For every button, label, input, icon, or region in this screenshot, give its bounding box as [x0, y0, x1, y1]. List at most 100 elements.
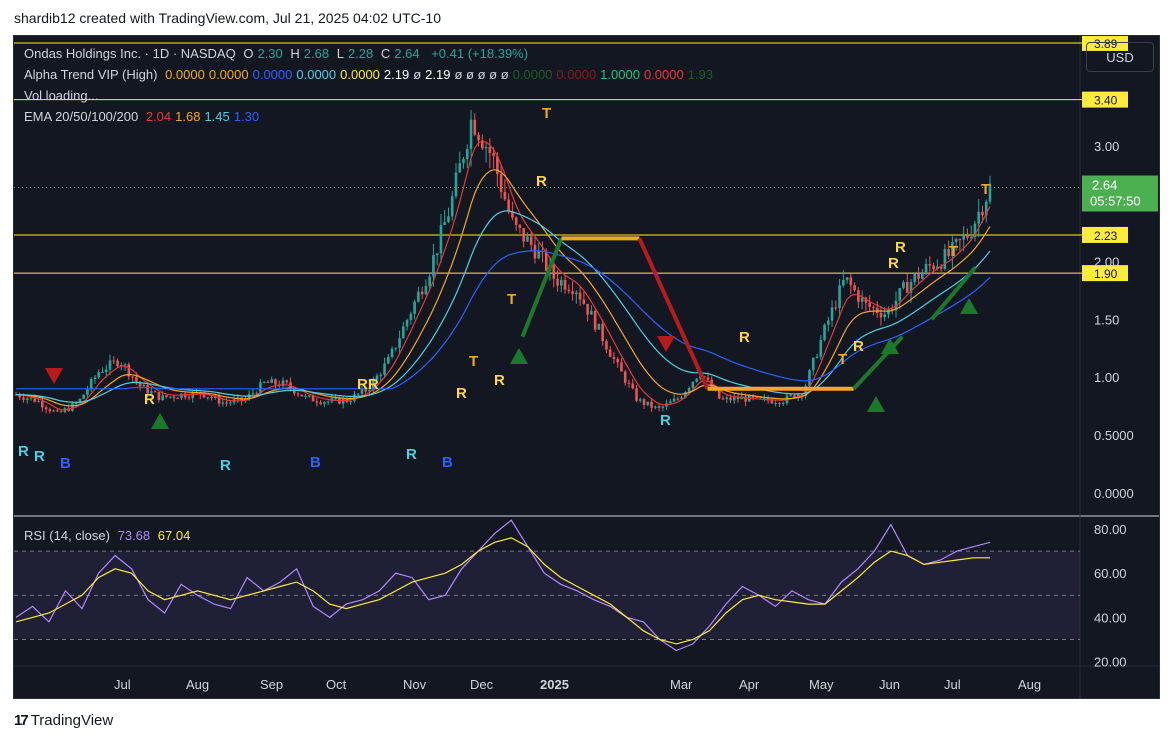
alpha-value-0: 0.0000 [165, 67, 205, 82]
signal-label: R [34, 448, 45, 465]
candle-body [631, 383, 635, 389]
x-tick-label: Sep [260, 677, 283, 692]
candle-body [830, 307, 834, 321]
candle-body [300, 394, 304, 397]
candle-body [567, 289, 571, 292]
candle-body [928, 264, 932, 266]
candle-body [838, 285, 841, 308]
candle-body [349, 401, 352, 403]
rsi-tick-label: 80.00 [1094, 522, 1127, 537]
candle-body [308, 395, 311, 397]
signal-label: T [981, 181, 990, 198]
signal-label: R [220, 457, 231, 474]
candle-body [635, 388, 638, 401]
alpha-value-1: 0.0000 [208, 67, 249, 82]
candle-body [59, 411, 63, 413]
candle-body [420, 291, 424, 295]
candle-body [514, 217, 518, 225]
high-value: 2.68 [303, 46, 330, 61]
footer: 17 TradingView [14, 712, 113, 729]
candle-body [921, 272, 924, 279]
ema-20-line [15, 140, 991, 411]
ema-legend[interactable]: EMA 20/50/100/200 2.04 1.68 1.45 1.30 [24, 109, 267, 124]
x-tick-label: Jun [879, 677, 900, 692]
candle-body [25, 398, 29, 400]
alpha-value-13: 1.93 [687, 67, 714, 82]
price-chart-svg[interactable]: 3.893.402.231.900.00000.50001.001.502.00… [14, 36, 1159, 698]
attribution-text: shardib12 created with TradingView.com, … [14, 10, 441, 26]
candle-body [875, 307, 879, 314]
candle-body [902, 281, 905, 289]
rsi-legend[interactable]: RSI (14, close) 73.68 67.04 [24, 528, 194, 543]
candle-body [390, 348, 394, 358]
candle-body [879, 313, 883, 318]
candle-body [958, 239, 962, 241]
candle-body [623, 371, 627, 383]
candle-body [638, 399, 642, 401]
ema-name: EMA 20/50/100/200 [24, 109, 139, 124]
signal-label: B [310, 454, 321, 471]
candle-body [642, 399, 646, 405]
sell-triangle-icon [45, 368, 63, 384]
signal-label: R [494, 372, 505, 389]
candle-body [853, 285, 856, 291]
chart-frame[interactable]: 3.89 3.40 2.23 1.90 0.0000 0.5000 1.00 1.50 2.00… [13, 35, 1160, 699]
candle-body [571, 291, 574, 295]
buy-triangle-icon [151, 413, 169, 429]
candle-body [676, 398, 680, 400]
symbol-name[interactable]: Ondas Holdings Inc. · 1D · NASDAQ [24, 46, 236, 61]
candle-body [492, 153, 495, 157]
y-tick-label: 0.5000 [1094, 428, 1134, 443]
alpha-trend-name: Alpha Trend VIP (High) [24, 67, 158, 82]
candle-body [251, 393, 255, 395]
candle-body [732, 396, 736, 401]
candle-body [405, 320, 409, 327]
rsi-tick-label: 40.00 [1094, 610, 1127, 625]
signal-label: R [895, 239, 906, 256]
signal-label: R [406, 446, 417, 463]
alpha-trend-legend[interactable]: Alpha Trend VIP (High) 0.0000 0.0000 0.000… [24, 67, 721, 82]
candle-body [229, 402, 232, 404]
ema-values: 2.04 1.68 1.45 1.30 [146, 109, 263, 124]
candle-body [537, 250, 541, 259]
candle-body [657, 406, 661, 408]
candle-body [849, 277, 853, 286]
x-tick-label: Aug [186, 677, 209, 692]
signal-label: RR [357, 376, 379, 393]
candle-body [165, 395, 168, 398]
candle-body [578, 292, 582, 300]
candle-body [616, 359, 619, 363]
currency-button[interactable]: USD [1086, 42, 1154, 72]
candle-body [447, 216, 450, 223]
candle-body [266, 381, 270, 383]
candle-body [86, 389, 89, 395]
candle-body [672, 398, 676, 402]
candle-body [206, 397, 210, 399]
candle-body [168, 396, 172, 398]
buy-triangle-icon [510, 348, 528, 364]
candle-body [781, 402, 785, 405]
candle-body [202, 394, 206, 398]
ema-50-line [15, 169, 991, 407]
candle-body [262, 381, 266, 383]
y-tick-label: 2.00 [1094, 255, 1119, 270]
candle-body [605, 341, 608, 350]
candle-body [52, 410, 55, 412]
candle-body [402, 326, 405, 339]
candle-body [469, 119, 473, 150]
candle-body [394, 347, 398, 349]
candle-body [620, 362, 623, 372]
candle-body [725, 397, 729, 400]
y-tick-label: 1.00 [1094, 370, 1119, 385]
low-value: 2.28 [347, 46, 374, 61]
high-label: H [290, 46, 300, 61]
candle-body [556, 278, 559, 286]
candle-body [157, 392, 161, 401]
candle-body [296, 393, 300, 395]
candle-body [522, 228, 525, 242]
candle-body [661, 406, 665, 408]
alpha-trend-segment [637, 237, 710, 390]
ema-200-line [16, 250, 991, 390]
candle-body [601, 323, 604, 342]
candle-body [315, 401, 319, 403]
